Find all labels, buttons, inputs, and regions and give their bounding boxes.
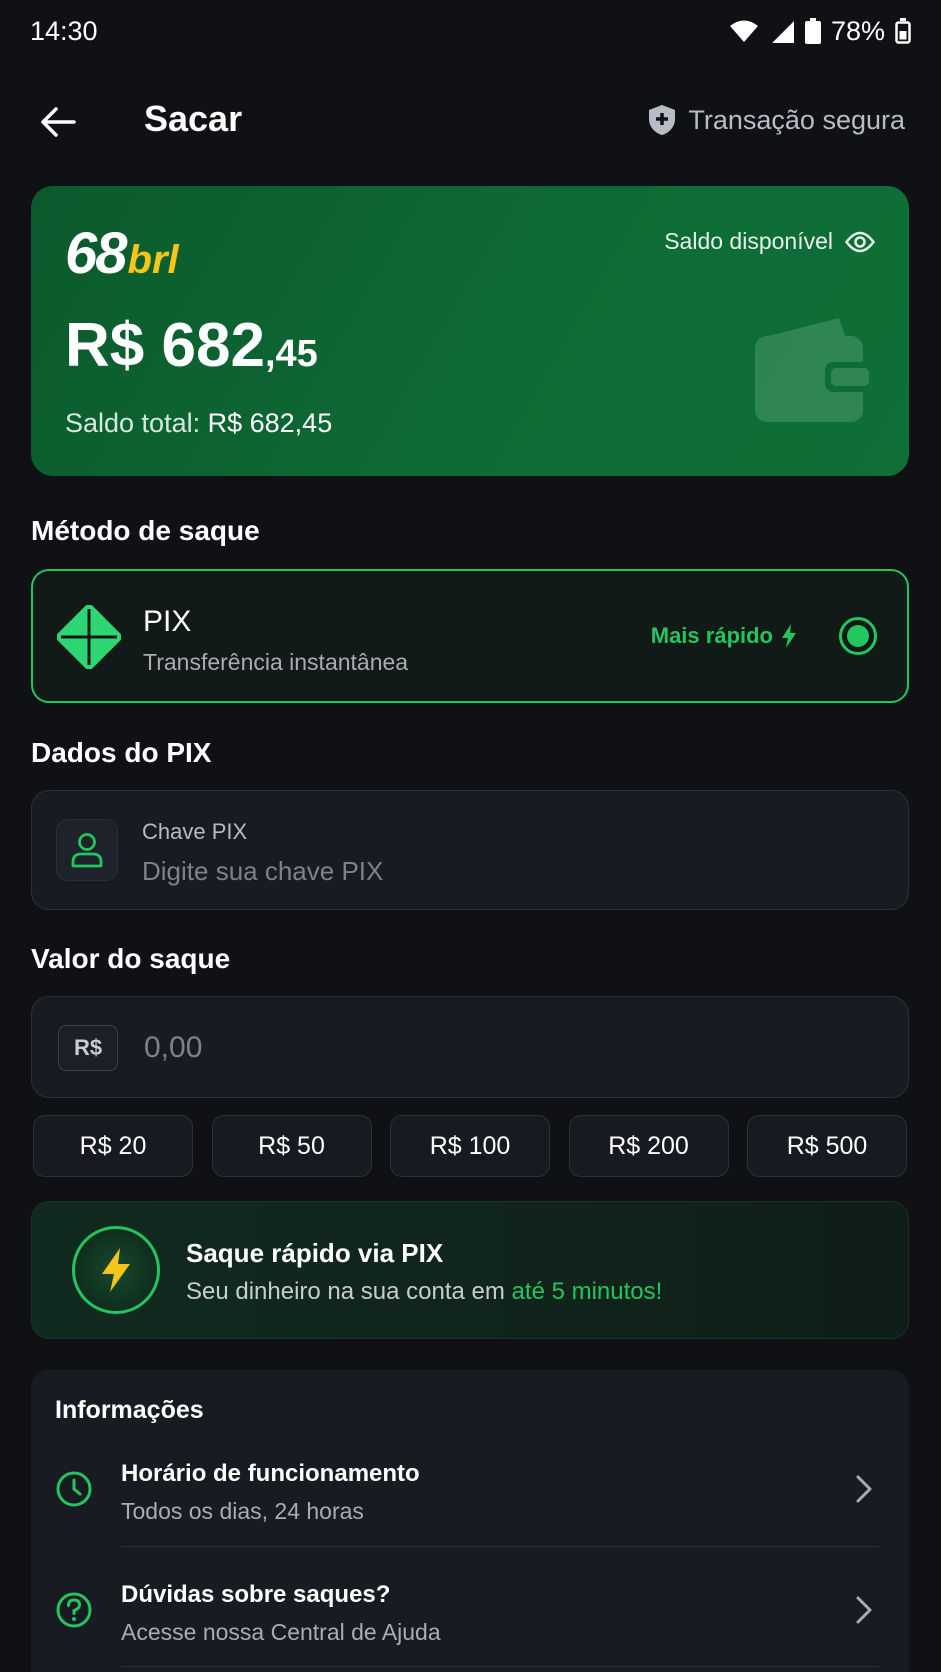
help-circle-icon bbox=[56, 1592, 92, 1628]
withdraw-amount-field[interactable]: R$ bbox=[31, 996, 909, 1098]
quick-amount-button[interactable]: R$ 100 bbox=[390, 1115, 550, 1177]
total-value: R$ 682,45 bbox=[207, 408, 333, 438]
brand-number: 68 bbox=[65, 221, 127, 286]
info-item-help[interactable]: Dúvidas sobre saques? Acesse nossa Centr… bbox=[31, 1561, 909, 1661]
status-icons: 78% bbox=[729, 16, 911, 47]
quick-amount-button[interactable]: R$ 20 bbox=[33, 1115, 193, 1177]
total-label: Saldo total: bbox=[65, 408, 201, 438]
balance-card: 68 brl Saldo disponível R$ 682 ,45 Saldo… bbox=[31, 186, 909, 476]
eye-icon bbox=[845, 231, 875, 252]
balance-amount-main: R$ 682 bbox=[65, 311, 265, 380]
quick-amount-button[interactable]: R$ 200 bbox=[568, 1115, 729, 1177]
pix-method-option[interactable]: PIX Transferência instantânea Mais rápid… bbox=[31, 569, 909, 703]
secure-transaction: Transação segura bbox=[648, 104, 905, 136]
method-description: Transferência instantânea bbox=[143, 649, 409, 675]
pix-data-section-title: Dados do PIX bbox=[31, 737, 212, 768]
total-balance: Saldo total: R$ 682,45 bbox=[65, 408, 332, 439]
method-radio-selected[interactable] bbox=[839, 617, 877, 655]
pix-key-input[interactable] bbox=[142, 851, 842, 891]
method-name: PIX bbox=[143, 605, 192, 638]
banner-desc-text: Seu dinheiro na sua conta em bbox=[186, 1278, 512, 1305]
back-button[interactable] bbox=[36, 100, 80, 144]
fast-withdraw-banner: Saque rápido via PIX Seu dinheiro na sua… bbox=[31, 1201, 909, 1339]
clock-icon bbox=[56, 1471, 92, 1507]
bolt-badge bbox=[72, 1226, 160, 1314]
chevron-right-icon bbox=[856, 1596, 872, 1624]
chevron-right-icon bbox=[856, 1475, 872, 1503]
pix-key-label: Chave PIX bbox=[142, 819, 248, 844]
battery-outline-icon bbox=[895, 18, 911, 44]
wifi-icon bbox=[729, 20, 758, 42]
available-balance-label: Saldo disponível bbox=[664, 228, 875, 255]
arrow-left-icon bbox=[41, 107, 76, 137]
user-icon bbox=[71, 833, 103, 868]
brand-suffix: brl bbox=[127, 238, 179, 282]
banner-description: Seu dinheiro na sua conta em até 5 minut… bbox=[186, 1278, 662, 1306]
shield-icon bbox=[649, 105, 676, 135]
info-item-title: Horário de funcionamento bbox=[121, 1460, 420, 1487]
radio-dot bbox=[847, 625, 869, 647]
available-label-text: Saldo disponível bbox=[664, 228, 833, 254]
info-item-hours[interactable]: Horário de funcionamento Todos os dias, … bbox=[31, 1440, 909, 1540]
battery-percent: 78% bbox=[830, 15, 885, 46]
banner-desc-highlight: até 5 minutos! bbox=[511, 1278, 663, 1305]
info-title: Informações bbox=[55, 1396, 204, 1424]
pix-logo-icon bbox=[57, 605, 121, 669]
cellular-signal-icon bbox=[768, 18, 795, 44]
battery-icon bbox=[804, 18, 821, 44]
user-icon-box bbox=[56, 819, 118, 881]
lightning-icon bbox=[782, 624, 796, 648]
status-bar: 14:30 78% bbox=[0, 0, 941, 62]
info-item-title: Dúvidas sobre saques? bbox=[121, 1581, 391, 1608]
banner-title: Saque rápido via PIX bbox=[186, 1238, 444, 1268]
currency-prefix: R$ bbox=[58, 1025, 118, 1071]
quick-amounts: R$ 20 R$ 50 R$ 100 R$ 200 R$ 500 bbox=[33, 1115, 907, 1177]
divider bbox=[121, 1666, 879, 1667]
method-section-title: Método de saque bbox=[31, 515, 260, 546]
divider bbox=[121, 1546, 879, 1547]
fastest-badge-label: Mais rápido bbox=[650, 623, 773, 648]
balance-amount-cents: ,45 bbox=[264, 333, 318, 375]
page-title: Sacar bbox=[144, 98, 243, 139]
quick-amount-button[interactable]: R$ 50 bbox=[211, 1115, 372, 1177]
withdraw-section-title: Valor do saque bbox=[31, 943, 231, 974]
fastest-badge: Mais rápido bbox=[651, 623, 797, 649]
withdraw-amount-input[interactable] bbox=[144, 1027, 844, 1069]
info-item-subtitle: Todos os dias, 24 horas bbox=[121, 1498, 364, 1524]
quick-amount-button[interactable]: R$ 500 bbox=[747, 1115, 907, 1177]
wallet-icon bbox=[755, 318, 869, 422]
lightning-icon bbox=[102, 1248, 130, 1292]
info-item-subtitle: Acesse nossa Central de Ajuda bbox=[121, 1619, 441, 1645]
secure-label: Transação segura bbox=[688, 104, 905, 135]
status-time: 14:30 bbox=[30, 15, 98, 46]
pix-key-field[interactable]: Chave PIX bbox=[31, 790, 909, 910]
balance-amount: R$ 682 ,45 bbox=[65, 310, 318, 381]
toggle-visibility-button[interactable] bbox=[845, 231, 875, 253]
app-header: Sacar Transação segura bbox=[0, 82, 941, 162]
info-card: Informações Horário de funcionamento Tod… bbox=[31, 1370, 909, 1672]
brand-logo: 68 brl bbox=[65, 220, 179, 287]
